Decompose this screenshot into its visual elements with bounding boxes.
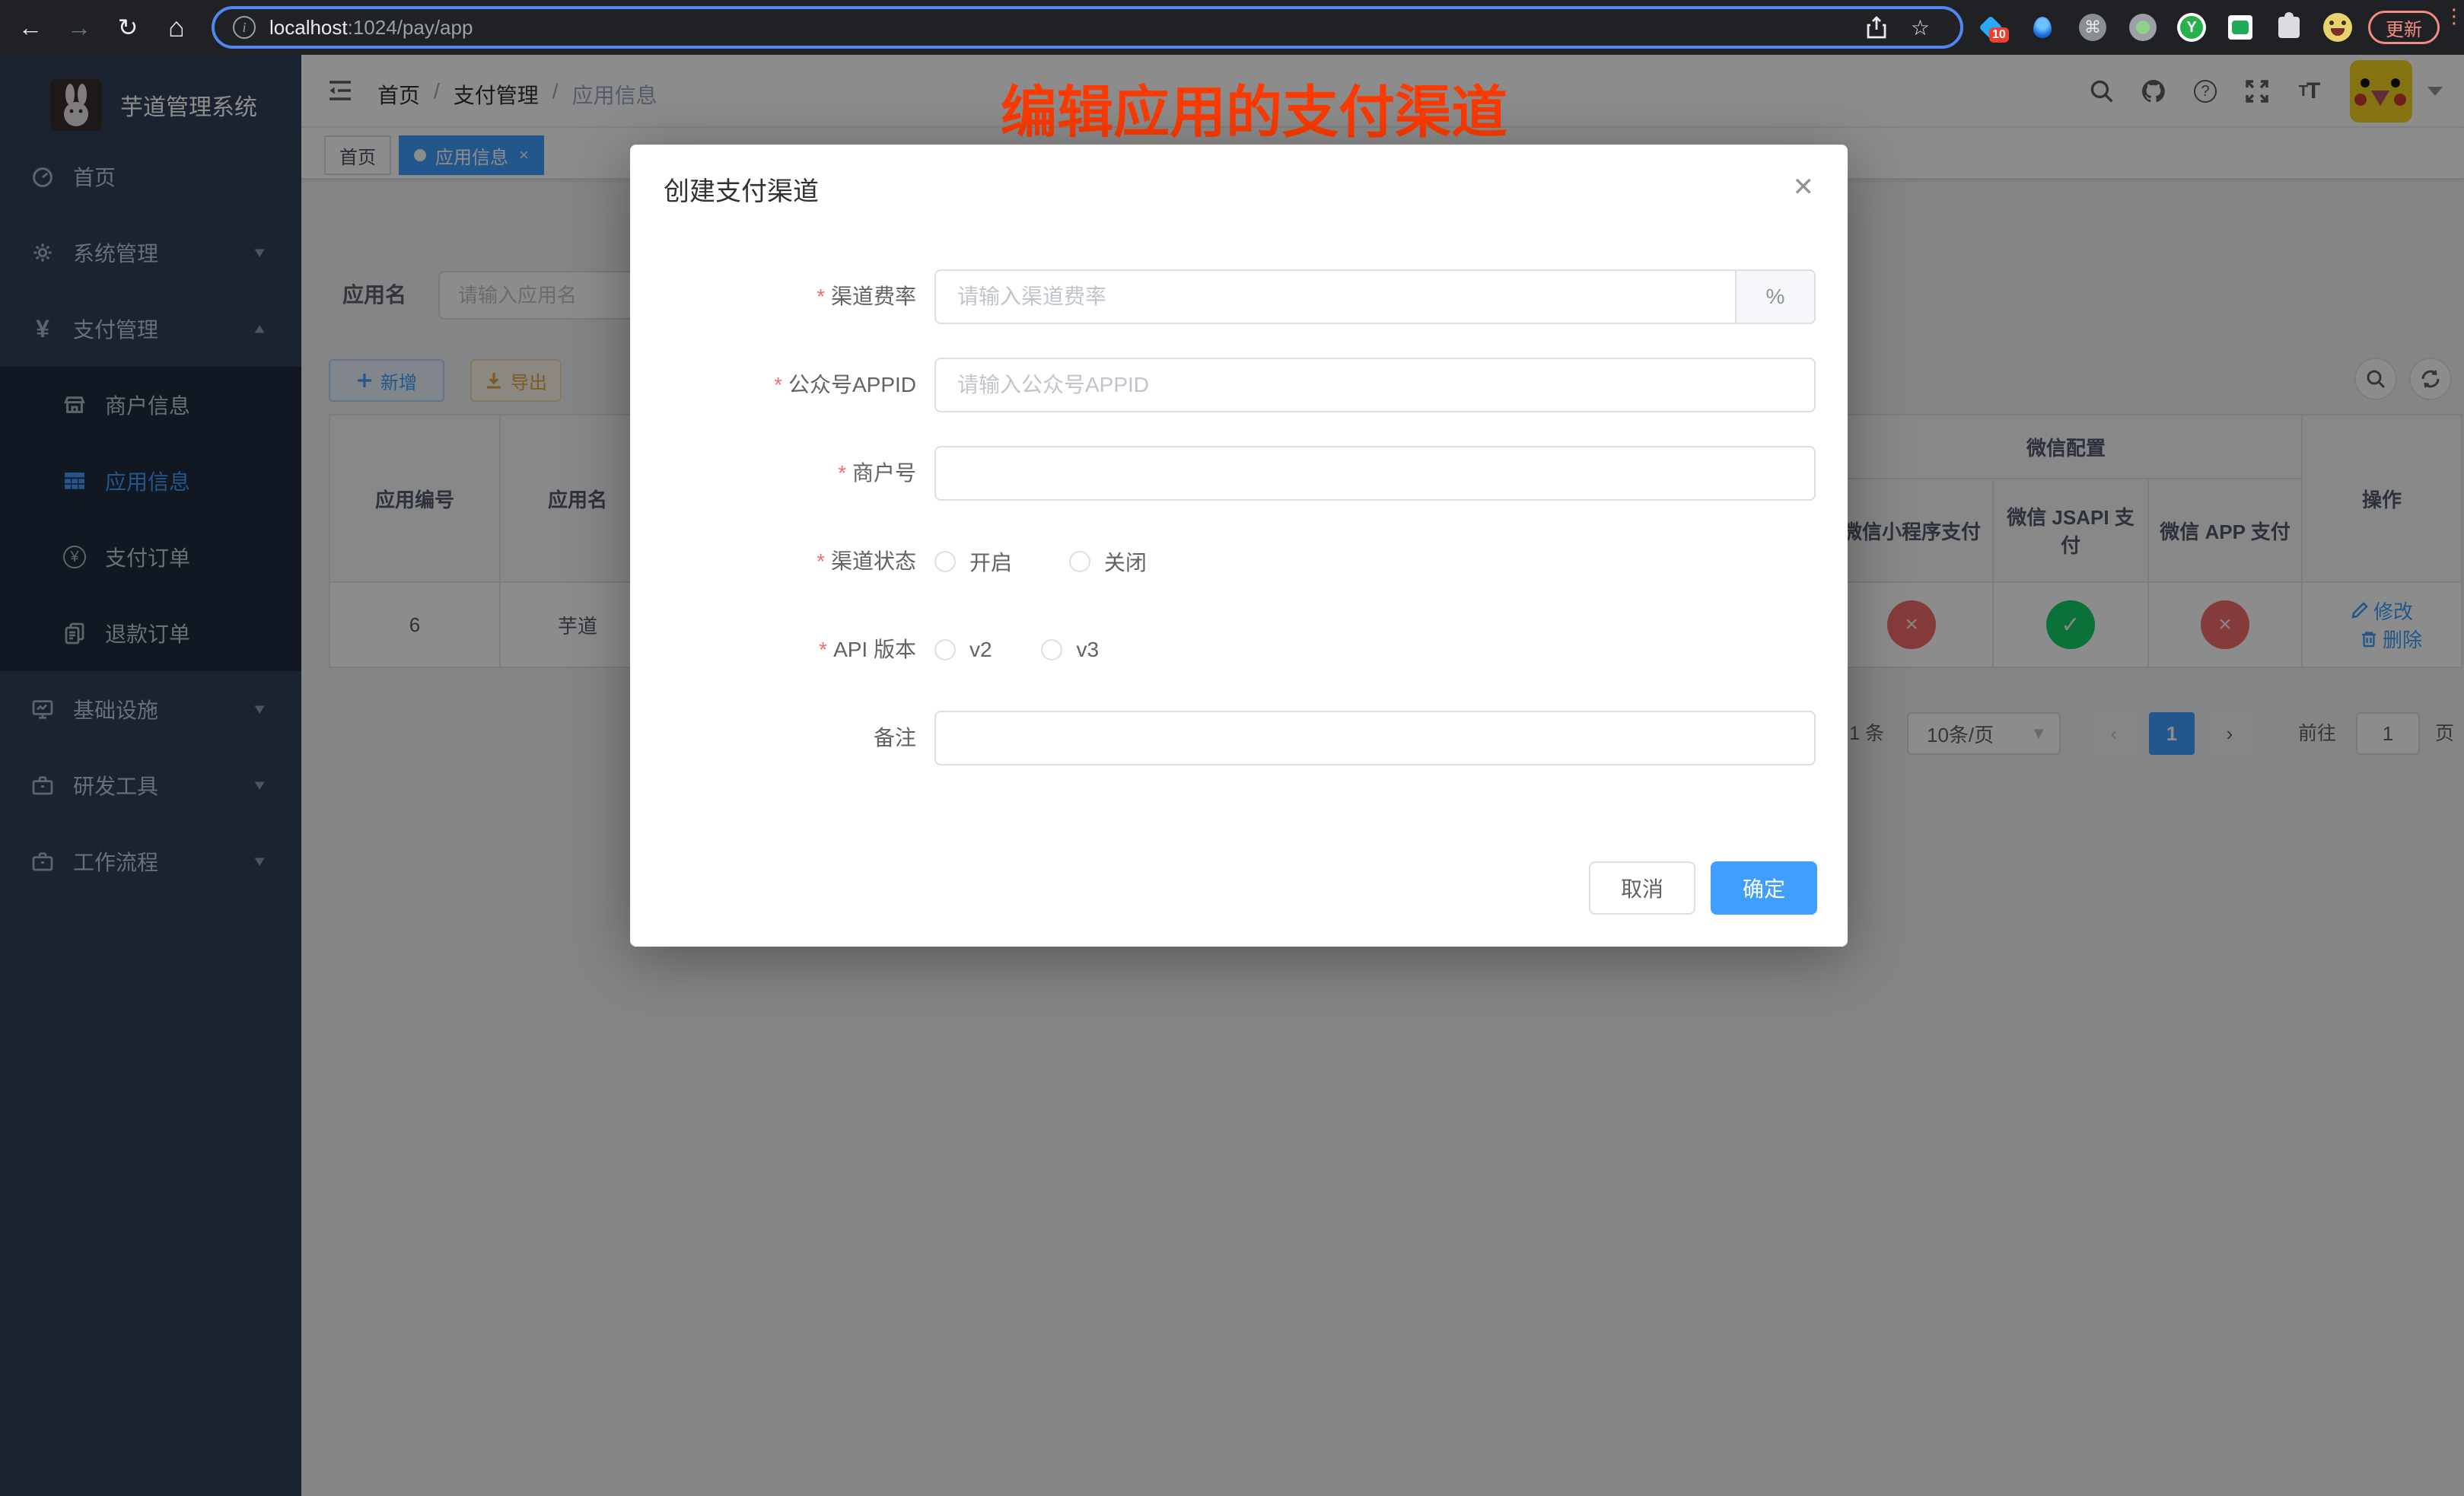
api-v3-radio[interactable]: v3 (1041, 622, 1099, 677)
browser-chrome: ← → ↻ ⌂ i localhost:1024/pay/app ☆ 10 ⌘ … (0, 0, 2464, 55)
percent-suffix: % (1735, 271, 1814, 323)
api-v2-radio[interactable]: v2 (934, 622, 992, 677)
field-row-api-version: *API 版本 v2 v3 (630, 622, 1848, 677)
extension-y-icon[interactable]: Y (2176, 12, 2207, 43)
rate-input[interactable] (934, 269, 1816, 324)
radio-circle-icon (1069, 551, 1090, 572)
merchant-input[interactable] (934, 446, 1816, 501)
browser-back-icon[interactable]: ← (12, 9, 49, 46)
extension-command-icon[interactable]: ⌘ (2077, 12, 2108, 43)
field-row-status: *渠道状态 开启 关闭 (630, 534, 1848, 589)
status-label: 渠道状态 (831, 549, 916, 573)
site-info-icon[interactable]: i (233, 16, 256, 39)
bookmark-star-icon[interactable]: ☆ (1911, 15, 1930, 40)
browser-forward-icon[interactable]: → (61, 9, 97, 46)
annotation-banner: 编辑应用的支付渠道 (1001, 67, 1507, 148)
extension-badge: 10 (1989, 27, 2009, 43)
share-icon[interactable] (1866, 16, 1887, 39)
appid-label: 公众号APPID (788, 373, 916, 396)
field-row-remark: 备注 (630, 711, 1848, 766)
merchant-label: 商户号 (852, 461, 916, 485)
field-row-appid: *公众号APPID (630, 358, 1848, 412)
browser-menu-icon[interactable]: ⋮ (2444, 11, 2456, 21)
extension-balloon-icon[interactable] (2027, 12, 2058, 43)
confirm-button[interactable]: 确定 (1711, 861, 1817, 915)
dialog-title: 创建支付渠道 (664, 170, 819, 208)
remark-label: 备注 (874, 726, 916, 750)
page: ← → ↻ ⌂ i localhost:1024/pay/app ☆ 10 ⌘ … (0, 0, 2464, 1496)
field-row-rate: *渠道费率 % (630, 269, 1848, 324)
browser-update-button[interactable]: 更新 (2368, 11, 2440, 44)
extension-diamond-icon[interactable]: 10 (1975, 12, 2006, 43)
cancel-button[interactable]: 取消 (1589, 861, 1695, 915)
radio-circle-icon (1041, 639, 1062, 660)
status-open-radio[interactable]: 开启 (934, 534, 1012, 589)
address-bar[interactable]: i localhost:1024/pay/app ☆ (212, 6, 1963, 49)
status-closed-radio[interactable]: 关闭 (1069, 534, 1147, 589)
extensions-puzzle-icon[interactable] (2274, 12, 2304, 43)
appid-input[interactable] (934, 358, 1816, 412)
dialog-close-icon[interactable]: ✕ (1787, 166, 1821, 208)
api-version-label: API 版本 (833, 638, 916, 661)
radio-circle-icon (934, 551, 956, 572)
rate-label: 渠道费率 (831, 285, 916, 308)
profile-emoji-icon[interactable] (2322, 12, 2353, 43)
browser-home-icon[interactable]: ⌂ (158, 9, 195, 46)
url-text: localhost:1024/pay/app (269, 16, 473, 40)
create-channel-dialog: 创建支付渠道 ✕ *渠道费率 % *公众号APPID *商户号 *渠道状态 (630, 145, 1848, 947)
extension-dot-icon[interactable] (2128, 12, 2158, 43)
browser-reload-icon[interactable]: ↻ (110, 9, 146, 46)
remark-input[interactable] (934, 711, 1816, 766)
radio-circle-icon (934, 639, 956, 660)
field-row-merchant: *商户号 (630, 446, 1848, 501)
extension-chat-icon[interactable] (2225, 12, 2255, 43)
